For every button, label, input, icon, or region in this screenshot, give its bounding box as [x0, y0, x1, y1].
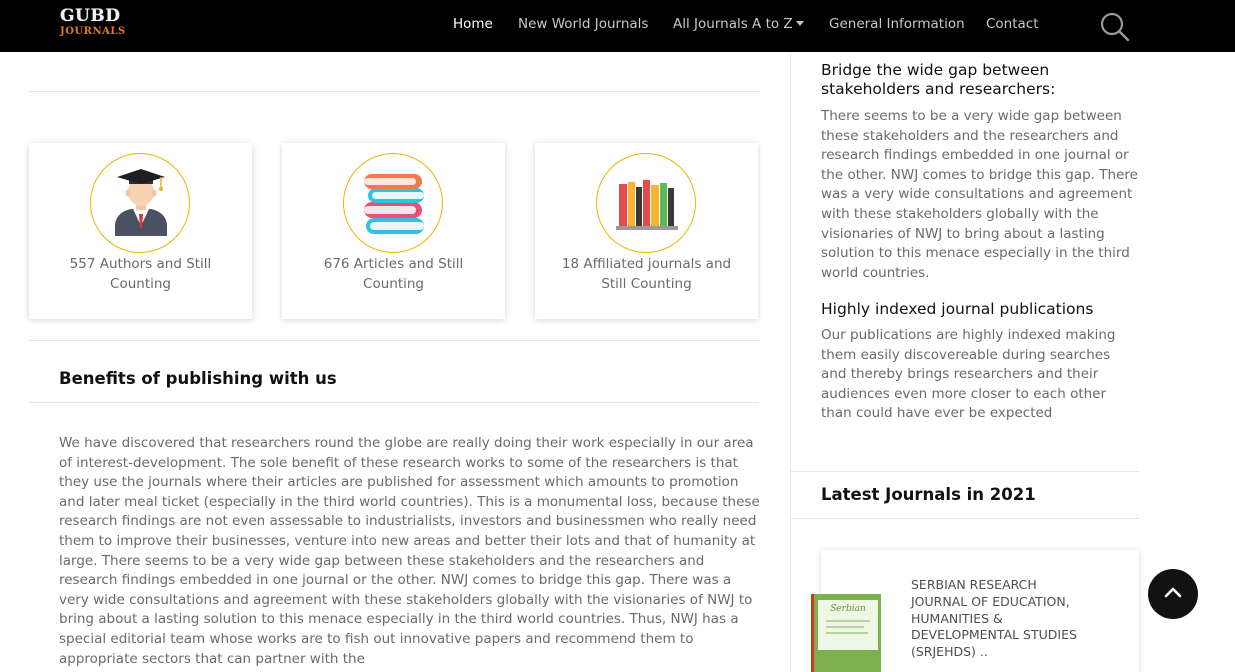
- nav-home[interactable]: Home: [453, 15, 493, 33]
- sidebar-text-indexed: Our publications are highly indexed maki…: [821, 327, 1116, 422]
- divider: [29, 402, 759, 403]
- top-navbar: GUBD JOURNALS Home New World Journals Al…: [0, 0, 1235, 52]
- logo-text-bottom: JOURNALS: [60, 26, 126, 37]
- cover-line: [826, 632, 868, 634]
- divider: [29, 91, 759, 92]
- stat-journals-text: 18 Affiliated journals and Still Countin…: [561, 256, 732, 292]
- sidebar-heading-indexed: Highly indexed journal publications: [821, 300, 1094, 318]
- benefits-title: Benefits of publishing with us: [59, 369, 337, 388]
- divider: [790, 518, 1139, 519]
- caret-down-icon: [795, 21, 804, 26]
- books-stack-icon: [343, 153, 443, 253]
- sidebar-divider: [790, 52, 791, 672]
- nav-contact[interactable]: Contact: [986, 15, 1039, 33]
- sidebar-heading-bridge: Bridge the wide gap between stakeholders…: [821, 61, 1056, 98]
- latest-journals-title: Latest Journals in 2021: [821, 485, 1036, 504]
- benefits-body: We have discovered that researchers roun…: [59, 435, 760, 667]
- nav-all-journals-dropdown[interactable]: All Journals A to Z: [673, 15, 804, 33]
- nav-general-information[interactable]: General Information: [829, 15, 965, 33]
- chevron-up-icon: [1164, 587, 1182, 598]
- cover-line: [826, 626, 864, 628]
- stat-card-articles: 676 Articles and Still Counting: [282, 143, 505, 319]
- cover-line: [826, 620, 870, 622]
- journal-cover-image[interactable]: Serbian: [811, 594, 881, 672]
- journal-title-link[interactable]: SERBIAN RESEARCH JOURNAL OF EDUCATION, H…: [911, 577, 1096, 661]
- divider: [790, 471, 1139, 472]
- stat-card-authors: 557 Authors and Still Counting: [29, 143, 252, 319]
- nav-new-world-journals[interactable]: New World Journals: [518, 15, 648, 33]
- stat-authors-text: 557 Authors and Still Counting: [69, 256, 212, 292]
- bookshelf-icon: [596, 153, 696, 253]
- cover-title: Serbian: [830, 604, 866, 614]
- stat-articles-text: 676 Articles and Still Counting: [323, 256, 464, 292]
- graduate-icon: [90, 153, 190, 253]
- search-icon[interactable]: [1099, 11, 1131, 43]
- cover-panel: Serbian: [818, 600, 878, 650]
- back-to-top-button[interactable]: [1148, 569, 1198, 619]
- divider: [29, 340, 759, 341]
- sidebar-text-bridge: There seems to be a very wide gap betwee…: [821, 108, 1138, 281]
- nav-all-journals-label: All Journals A to Z: [673, 16, 793, 32]
- site-logo[interactable]: GUBD JOURNALS: [60, 6, 126, 40]
- logo-text-top: GUBD: [60, 6, 121, 26]
- stat-card-journals: 18 Affiliated journals and Still Countin…: [535, 143, 758, 319]
